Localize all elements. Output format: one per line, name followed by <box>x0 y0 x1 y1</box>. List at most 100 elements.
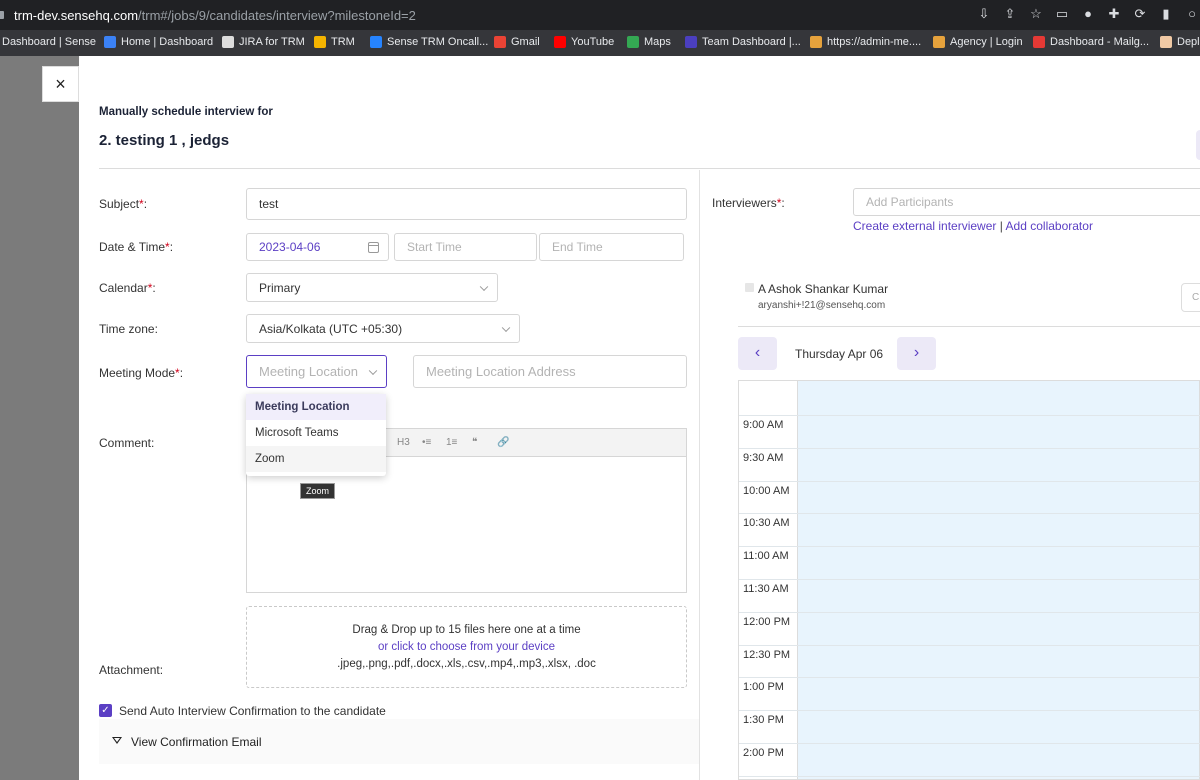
option-meeting-location[interactable]: Meeting Location <box>246 394 386 420</box>
interviewer-divider <box>738 326 1200 327</box>
profile-icon[interactable]: ○ <box>1184 6 1200 22</box>
meeting-address-input[interactable]: Meeting Location Address <box>413 355 687 388</box>
choose-file-link[interactable]: or click to choose from your device <box>247 641 686 653</box>
bookmark-item[interactable]: Sense TRM Oncall... <box>370 36 488 48</box>
view-confirmation-toggle[interactable]: View Confirmation Email <box>99 719 699 764</box>
chevron-down-icon <box>501 323 511 332</box>
time-slot-label: 12:00 PM <box>743 615 791 628</box>
bookmark-item[interactable]: Depl <box>1160 36 1200 48</box>
dropzone-instructions: Drag & Drop up to 15 files here one at a… <box>352 624 581 636</box>
interviewer-action-button[interactable]: C <box>1181 283 1200 312</box>
favicon-icon <box>494 36 506 48</box>
option-microsoft-teams[interactable]: Microsoft Teams <box>246 420 386 446</box>
add-collaborator-link[interactable]: Add collaborator <box>1006 219 1093 233</box>
calendar-label: Calendar*: <box>99 281 156 295</box>
auto-confirm-label: Send Auto Interview Confirmation to the … <box>119 704 386 718</box>
link-icon[interactable]: 🔗 <box>497 437 509 448</box>
next-day-button[interactable]: › <box>897 337 936 370</box>
favicon-icon <box>1160 36 1172 48</box>
bookmark-item[interactable]: Team Dashboard |... <box>685 36 801 48</box>
bookmark-label: Sense TRM Oncall... <box>387 36 489 48</box>
subject-input[interactable]: test <box>246 188 687 220</box>
auto-confirm-checkbox[interactable]: ✓ <box>99 704 112 717</box>
extension-icon[interactable]: ● <box>1080 6 1096 22</box>
date-input[interactable]: 2023-04-06 <box>246 233 389 261</box>
favicon-icon <box>104 36 116 48</box>
favicon-icon <box>933 36 945 48</box>
bookmark-item[interactable]: Agency | Login <box>933 36 1023 48</box>
favicon-icon <box>810 36 822 48</box>
link-separator: | <box>999 219 1003 233</box>
header-action-button[interactable] <box>1196 130 1200 160</box>
view-confirmation-label: View Confirmation Email <box>131 735 262 749</box>
bookmark-label: Team Dashboard |... <box>702 36 801 48</box>
bookmark-item[interactable]: Dashboard | Sense <box>2 36 96 48</box>
interviewers-label: Interviewers*: <box>712 196 785 210</box>
puzzle-icon[interactable]: ✚ <box>1106 6 1122 22</box>
cast-icon[interactable]: ▭ <box>1054 6 1070 22</box>
url-host: trm-dev.sensehq.com <box>14 8 139 23</box>
time-slot-label: 11:30 AM <box>743 583 789 595</box>
meeting-mode-dropdown: Meeting Location Microsoft Teams Zoom <box>246 394 386 476</box>
numbered-list-icon[interactable]: 1≡ <box>446 437 457 448</box>
day-calendar: 9:00 AM 9:30 AM 10:00 AM 10:30 AM 11:00 AM 11… <box>738 380 1200 780</box>
bookmark-item[interactable]: YouTube <box>554 36 614 48</box>
calendar-value: Primary <box>259 280 301 295</box>
prev-day-button[interactable]: ‹ <box>738 337 777 370</box>
start-time-input[interactable]: Start Time <box>394 233 537 261</box>
heading3-button[interactable]: H3 <box>397 437 410 448</box>
quote-icon[interactable]: ❝ <box>472 437 477 448</box>
meeting-mode-select[interactable]: Meeting Location <box>246 355 387 388</box>
sidepanel-icon[interactable]: ▮ <box>1158 6 1174 22</box>
date-value: 2023-04-06 <box>259 240 321 254</box>
close-button[interactable]: × <box>42 66 79 102</box>
calendar-row-line <box>739 447 1200 449</box>
timezone-select[interactable]: Asia/Kolkata (UTC +05:30) <box>246 314 520 343</box>
favicon-icon <box>370 36 382 48</box>
bullet-list-icon[interactable]: •≡ <box>422 437 431 448</box>
interviewer-checkbox[interactable] <box>745 283 754 292</box>
comment-editor[interactable] <box>246 456 687 593</box>
meeting-address-placeholder: Meeting Location Address <box>426 364 576 379</box>
install-icon[interactable]: ⇩ <box>976 6 992 22</box>
add-participants-input[interactable]: Add Participants <box>853 188 1200 216</box>
bookmark-item[interactable]: Dashboard - Mailg... <box>1033 36 1149 48</box>
time-slot-label: 9:30 AM <box>743 451 784 464</box>
browser-url-bar[interactable]: trm-dev.sensehq.com/trm#/jobs/9/candidat… <box>0 0 1200 30</box>
calendar-select[interactable]: Primary <box>246 273 498 302</box>
day-column[interactable] <box>797 381 1199 779</box>
time-slot-label: 11:00 AM <box>743 550 789 563</box>
option-zoom[interactable]: Zoom <box>246 446 386 472</box>
bookmark-star-icon[interactable]: ☆ <box>1028 6 1044 22</box>
bookmark-item[interactable]: TRM <box>314 36 355 48</box>
end-time-placeholder: End Time <box>552 240 603 254</box>
share-icon[interactable]: ⇪ <box>1002 6 1018 22</box>
bookmark-label: Gmail <box>511 36 540 48</box>
caret-down-icon <box>112 737 122 744</box>
start-time-placeholder: Start Time <box>407 240 462 254</box>
interviewer-email: aryanshi+!21@sensehq.com <box>758 300 886 311</box>
subject-value: test <box>259 197 279 211</box>
calendar-row-line <box>739 710 1200 712</box>
bookmark-item[interactable]: JIRA for TRM <box>222 36 305 48</box>
bookmark-item[interactable]: https://admin-me.... <box>810 36 921 48</box>
url-text[interactable]: trm-dev.sensehq.com/trm#/jobs/9/candidat… <box>14 8 416 23</box>
subject-label: Subject*: <box>99 197 148 211</box>
end-time-input[interactable]: End Time <box>539 233 684 261</box>
favicon-icon <box>554 36 566 48</box>
datetime-label-text: Date & Time <box>99 240 166 254</box>
calendar-row-line <box>739 775 1200 777</box>
meeting-mode-placeholder: Meeting Location <box>259 364 359 379</box>
attachment-dropzone[interactable]: Drag & Drop up to 15 files here one at a… <box>246 606 687 688</box>
bookmark-item[interactable]: Maps <box>627 36 671 48</box>
comment-label: Comment: <box>99 436 155 450</box>
timezone-value: Asia/Kolkata (UTC +05:30) <box>259 321 403 336</box>
calendar-row-line <box>739 644 1200 646</box>
time-slot-label: 10:00 AM <box>743 484 790 497</box>
bookmark-item[interactable]: Home | Dashboard <box>104 36 213 48</box>
bookmark-item[interactable]: Gmail <box>494 36 540 48</box>
sync-icon[interactable]: ⟳ <box>1132 6 1148 22</box>
create-external-interviewer-link[interactable]: Create external interviewer <box>853 219 996 233</box>
time-slot-label: 9:00 AM <box>743 419 784 431</box>
participants-placeholder: Add Participants <box>866 195 954 209</box>
